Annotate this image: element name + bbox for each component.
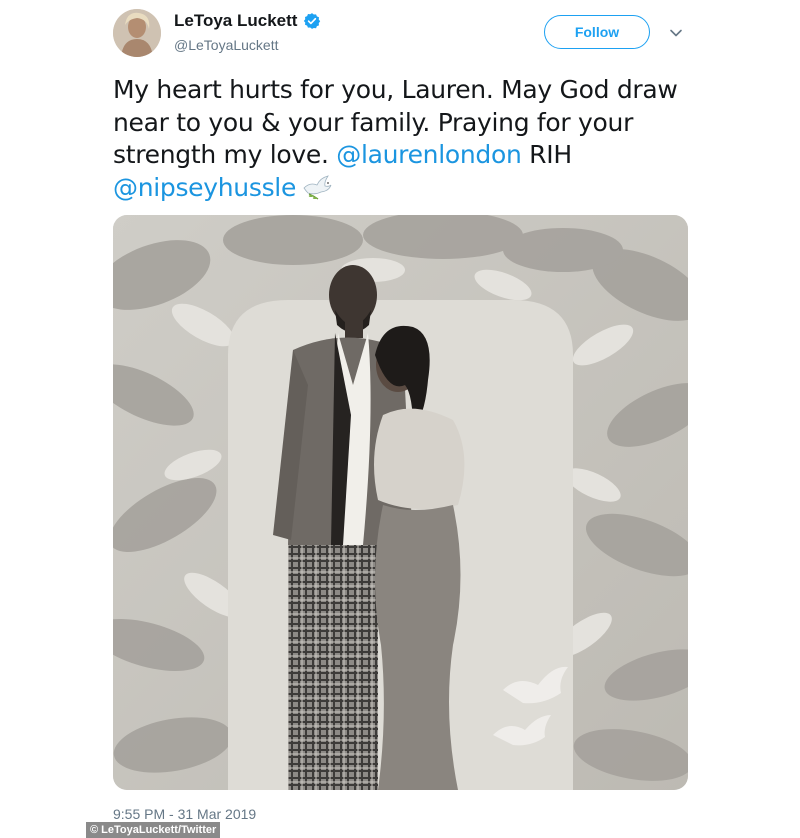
verified-badge-icon: [303, 12, 321, 30]
tweet-text: My heart hurts for you, Lauren. May God …: [113, 74, 693, 204]
display-name[interactable]: LeToya Luckett: [174, 11, 297, 31]
follow-button[interactable]: Follow: [544, 15, 650, 49]
mention-nipseyhussle[interactable]: @nipseyhussle: [113, 173, 296, 202]
author-name-row: LeToya Luckett: [174, 11, 321, 31]
photo-credit: © LeToyaLuckett/Twitter: [86, 822, 221, 838]
chevron-down-icon[interactable]: [668, 25, 684, 41]
avatar[interactable]: [113, 9, 161, 57]
dove-icon: [300, 174, 334, 200]
couple-photo[interactable]: [113, 215, 688, 790]
user-handle[interactable]: @LeToyaLuckett: [174, 37, 279, 53]
tweet-text-part2: RIH: [521, 140, 572, 169]
tweet-timestamp[interactable]: 9:55 PM - 31 Mar 2019: [113, 806, 256, 822]
mention-laurenlondon[interactable]: @laurenlondon: [336, 140, 522, 169]
